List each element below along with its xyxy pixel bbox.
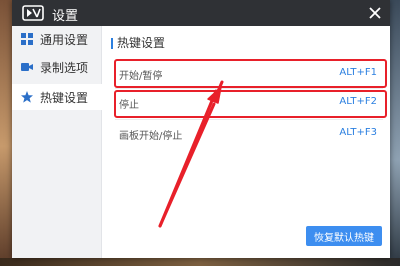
grid-icon bbox=[21, 33, 33, 45]
hotkey-key[interactable]: ALT+F1 bbox=[339, 67, 377, 78]
desktop-background-bottom bbox=[0, 258, 400, 266]
hotkey-key[interactable]: ALT+F2 bbox=[339, 96, 377, 107]
video-camera-icon bbox=[21, 63, 33, 71]
hotkey-name: 开始/暂停 bbox=[119, 71, 163, 82]
close-icon bbox=[369, 7, 381, 19]
sidebar-item-general[interactable]: 通用设置 bbox=[12, 26, 102, 52]
screen-recorder-logo-icon bbox=[22, 5, 44, 21]
hotkey-settings-panel: 热键设置 开始/暂停 ALT+F1 停止 ALT+F2 画板开始/停止 ALT+… bbox=[103, 26, 390, 258]
sidebar-item-label: 通用设置 bbox=[40, 33, 89, 47]
hotkey-name: 停止 bbox=[119, 100, 139, 111]
title-bar: 设置 bbox=[12, 0, 390, 26]
hotkey-name: 画板开始/停止 bbox=[119, 131, 183, 142]
close-button[interactable] bbox=[366, 4, 384, 22]
section-title: 热键设置 bbox=[117, 36, 166, 50]
desktop-background-left bbox=[0, 0, 12, 266]
hotkey-row-start-pause[interactable]: 开始/暂停 ALT+F1 bbox=[115, 62, 383, 86]
hotkey-key[interactable]: ALT+F3 bbox=[339, 127, 377, 138]
row-divider bbox=[115, 119, 383, 120]
desktop-background-right bbox=[390, 0, 400, 266]
hotkey-row-drawboard[interactable]: 画板开始/停止 ALT+F3 bbox=[115, 122, 383, 146]
window-title: 设置 bbox=[52, 9, 79, 24]
settings-dialog: 设置 通用设置 录制选项 热键设置 热键设置 开始/暂停 ALT+F1 停止 A… bbox=[12, 0, 390, 258]
sidebar-item-label: 热键设置 bbox=[40, 91, 89, 105]
row-divider bbox=[115, 88, 383, 89]
settings-sidebar: 通用设置 录制选项 热键设置 bbox=[12, 26, 102, 258]
sidebar-item-label: 录制选项 bbox=[40, 61, 89, 75]
sidebar-item-hotkeys[interactable]: 热键设置 bbox=[12, 84, 102, 110]
star-icon bbox=[21, 91, 33, 103]
hotkey-row-stop[interactable]: 停止 ALT+F2 bbox=[115, 91, 383, 115]
restore-default-hotkeys-button[interactable]: 恢复默认热键 bbox=[306, 226, 382, 246]
section-marker bbox=[111, 38, 113, 49]
sidebar-item-recording[interactable]: 录制选项 bbox=[12, 54, 102, 80]
